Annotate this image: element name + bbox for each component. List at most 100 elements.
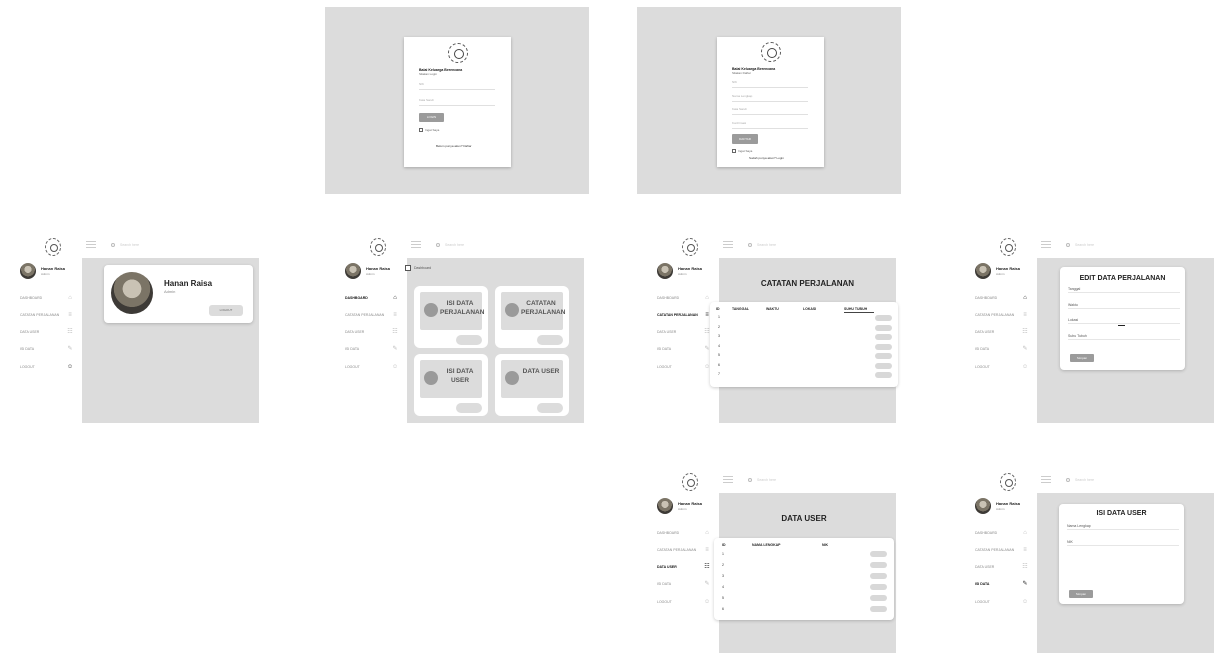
user-icon: ☺ (704, 599, 711, 605)
sidebar-item-data-user[interactable]: DATA USER (975, 330, 994, 334)
tile-circle-icon (505, 371, 519, 385)
sidebar-item-isi-data[interactable]: ISI DATA (975, 347, 989, 351)
sidebar-item-dashboard[interactable]: DASHBOARD (345, 296, 368, 300)
calendar-icon: ☷ (1022, 564, 1028, 570)
hamburger-menu-icon[interactable] (1041, 476, 1051, 483)
sidebar-item-dashboard[interactable]: DASHBOARD (657, 296, 679, 300)
sidebar-item-logout[interactable]: LOGOUT (657, 365, 672, 369)
tile-isi-data-perjalanan[interactable]: ISI DATA PERJALANAN (414, 286, 488, 348)
row-action-button[interactable] (870, 562, 887, 568)
password-input[interactable]: Kata Sandi (732, 107, 808, 115)
tile-open-button[interactable] (537, 335, 563, 345)
row-action-button[interactable] (875, 362, 892, 369)
search-input[interactable]: Search here (1075, 243, 1094, 247)
login-button[interactable]: LOGIN (419, 113, 444, 122)
save-button[interactable]: Simpan (1070, 354, 1094, 362)
name-input[interactable]: Nama Lengkap (732, 94, 808, 102)
form-field-input[interactable] (1068, 339, 1180, 340)
table-row: 1 (718, 315, 720, 319)
sidebar-item-data-user[interactable]: DATA USER (657, 330, 676, 334)
sidebar-item-isi-data[interactable]: ISI DATA (20, 347, 34, 351)
sidebar-item-logout[interactable]: LOGOUT (20, 365, 35, 369)
sidebar-item-catatan[interactable]: CATATAN PERJALANAN (345, 313, 384, 317)
search-icon[interactable] (748, 478, 752, 482)
hamburger-menu-icon[interactable] (1041, 241, 1051, 248)
table-header: NIK (822, 543, 829, 547)
sidebar-item-isi-data[interactable]: ISI DATA (975, 582, 989, 586)
sidebar-item-data-user[interactable]: DATA USER (20, 330, 39, 334)
row-action-button[interactable] (875, 334, 892, 340)
row-action-button[interactable] (870, 595, 887, 601)
password-input[interactable]: Kata Sandi (419, 98, 495, 106)
logout-button[interactable]: LOGOUT (209, 305, 243, 316)
remember-checkbox[interactable] (419, 128, 423, 132)
hamburger-menu-icon[interactable] (411, 241, 421, 248)
tile-open-button[interactable] (456, 335, 482, 345)
search-input[interactable]: Search here (757, 478, 776, 482)
hamburger-menu-icon[interactable] (723, 476, 733, 483)
sidebar-item-dashboard[interactable]: DASHBOARD (975, 531, 997, 535)
tile-catatan-perjalanan[interactable]: CATATAN PERJALANAN (495, 286, 569, 348)
tile-isi-data-user[interactable]: ISI DATA USER (414, 354, 488, 416)
row-action-button[interactable] (870, 551, 887, 557)
row-action-button[interactable] (870, 573, 887, 579)
sidebar-item-logout[interactable]: LOGOUT (345, 365, 360, 369)
save-button[interactable]: Simpan (1069, 590, 1093, 598)
sidebar-item-logout[interactable]: LOGOUT (657, 600, 672, 604)
sidebar-item-catatan[interactable]: CATATAN PERJALANAN (20, 313, 59, 317)
register-button[interactable]: DAFTAR (732, 134, 758, 144)
form-field-input[interactable] (1068, 308, 1180, 309)
sidebar-item-catatan[interactable]: CATATAN PERJALANAN (657, 313, 698, 317)
search-input[interactable]: Search here (757, 243, 776, 247)
search-icon[interactable] (111, 243, 115, 247)
sidebar-item-isi-data[interactable]: ISI DATA (657, 582, 671, 586)
sidebar-item-data-user[interactable]: DATA USER (657, 565, 677, 569)
sidebar-item-dashboard[interactable]: DASHBOARD (975, 296, 997, 300)
sidebar-item-logout[interactable]: LOGOUT (975, 600, 990, 604)
user-icon: ☺ (1022, 364, 1029, 370)
tile-label: ISI DATA USER (446, 368, 474, 384)
tile-data-user[interactable]: DATA USER (495, 354, 569, 416)
sidebar-item-catatan[interactable]: CATATAN PERJALANAN (975, 548, 1014, 552)
nik-input[interactable]: NIK (732, 80, 808, 88)
row-action-button[interactable] (875, 315, 892, 321)
register-link[interactable]: Belum punya akun? Daftar (436, 144, 472, 148)
sidebar-item-isi-data[interactable]: ISI DATA (345, 347, 359, 351)
sidebar-item-dashboard[interactable]: DASHBOARD (20, 296, 42, 300)
login-link[interactable]: Sudah punya akun? Login (749, 156, 784, 160)
sidebar-item-data-user[interactable]: DATA USER (345, 330, 364, 334)
tile-open-button[interactable] (456, 403, 482, 413)
search-icon[interactable] (436, 243, 440, 247)
sidebar-item-isi-data[interactable]: ISI DATA (657, 347, 671, 351)
form-field-input[interactable] (1067, 529, 1179, 530)
row-action-button[interactable] (875, 372, 892, 378)
search-icon[interactable] (1066, 478, 1070, 482)
form-title: EDIT DATA PERJALANAN (1079, 275, 1166, 282)
form-field-input[interactable] (1068, 323, 1180, 324)
user-role: Admin (996, 507, 1005, 511)
sidebar-item-logout[interactable]: LOGOUT (975, 365, 990, 369)
remember-label: Ingat Saya (738, 149, 753, 153)
search-input[interactable]: Search here (120, 243, 139, 247)
search-icon[interactable] (748, 243, 752, 247)
search-icon[interactable] (1066, 243, 1070, 247)
search-input[interactable]: Search here (1075, 478, 1094, 482)
confirm-input[interactable]: Konfirmasi (732, 121, 808, 129)
nik-input[interactable]: NIK (419, 82, 495, 90)
form-field-input[interactable] (1067, 545, 1179, 546)
search-input[interactable]: Search here (445, 243, 464, 247)
sidebar-item-dashboard[interactable]: DASHBOARD (657, 531, 679, 535)
sidebar-item-catatan[interactable]: CATATAN PERJALANAN (657, 548, 696, 552)
remember-checkbox[interactable] (732, 149, 736, 153)
hamburger-menu-icon[interactable] (723, 241, 733, 248)
row-action-button[interactable] (875, 324, 892, 331)
sidebar-item-catatan[interactable]: CATATAN PERJALANAN (975, 313, 1014, 317)
hamburger-menu-icon[interactable] (86, 241, 96, 248)
row-action-button[interactable] (870, 584, 887, 590)
sidebar-item-data-user[interactable]: DATA USER (975, 565, 994, 569)
row-action-button[interactable] (875, 343, 892, 350)
tile-open-button[interactable] (537, 403, 563, 413)
form-field-input[interactable] (1068, 292, 1180, 293)
row-action-button[interactable] (875, 353, 892, 359)
row-action-button[interactable] (870, 606, 887, 612)
